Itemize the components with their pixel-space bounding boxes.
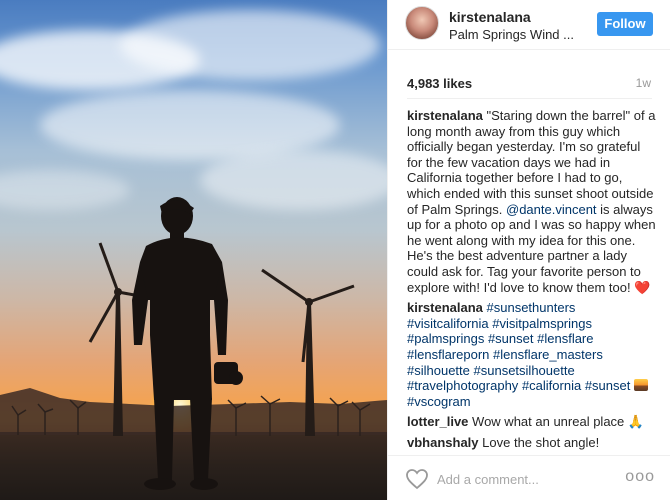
silhouette-scene <box>0 197 387 490</box>
hashtag-link[interactable]: #sunset <box>585 378 631 393</box>
add-comment-input[interactable]: Add a comment... <box>437 472 539 487</box>
hashtag-link[interactable]: #sunset <box>488 331 534 346</box>
hashtags-username[interactable]: kirstenalana <box>407 300 483 315</box>
comment-bar: Add a comment... ooo <box>388 455 670 500</box>
hashtag-link[interactable]: #california <box>522 378 581 393</box>
heart-emoji-icon: ❤️ <box>634 279 651 295</box>
caption-username[interactable]: kirstenalana <box>407 108 483 123</box>
comment-item: lotter_live Wow what an unreal place 🙏 <box>407 414 657 430</box>
man-silhouette <box>132 197 243 490</box>
comments-list: kirstenalana "Staring down the barrel" o… <box>407 108 657 455</box>
hashtag-link[interactable]: #silhouette <box>407 363 470 378</box>
hashtag-link[interactable]: #travelphotography <box>407 378 518 393</box>
hashtag-link[interactable]: #vscogram <box>407 394 471 409</box>
more-options-icon[interactable]: ooo <box>625 468 655 486</box>
hashtag-link[interactable]: #sunsethunters <box>487 300 576 315</box>
comment-item: vbhanshaly Love the shot angle! <box>407 435 657 450</box>
author-username[interactable]: kirstenalana <box>449 9 531 25</box>
mention-link[interactable]: @dante.vincent <box>506 202 597 217</box>
comment-text: Wow what an unreal place <box>472 414 625 430</box>
comment-username[interactable]: lotter_live <box>407 414 468 429</box>
caption-comment: kirstenalana "Staring down the barrel" o… <box>407 108 657 295</box>
follow-button[interactable]: Follow <box>597 12 653 36</box>
hashtag-link[interactable]: #palmsprings <box>407 331 484 346</box>
avatar[interactable] <box>405 6 439 40</box>
sunset-emoji-icon <box>634 379 648 392</box>
hashtag-link[interactable]: #lensflare_masters <box>493 347 603 362</box>
caption-text: "Staring down the barrel" of a long mont… <box>407 108 656 217</box>
hashtag-link[interactable]: #lensflareporn <box>407 347 489 362</box>
hashtags-comment: kirstenalana #sunsethunters #visitcalifo… <box>407 300 657 409</box>
post-age[interactable]: 1w <box>636 76 651 90</box>
comment-text: Love the shot angle! <box>482 434 600 450</box>
hashtag-link[interactable]: #sunsetsilhouette <box>474 363 575 378</box>
divider <box>407 98 652 99</box>
post-location[interactable]: Palm Springs Wind ... <box>449 27 574 42</box>
post-sidebar: kirstenalana Palm Springs Wind ... Follo… <box>387 0 670 500</box>
post-photo[interactable] <box>0 0 387 500</box>
hashtag-link[interactable]: #visitpalmsprings <box>492 316 592 331</box>
likes-count[interactable]: 4,983 likes <box>407 76 472 91</box>
post-header: kirstenalana Palm Springs Wind ... Follo… <box>388 0 670 50</box>
hashtag-link[interactable]: #lensflare <box>537 331 593 346</box>
hashtag-link[interactable]: #visitcalifornia <box>407 316 489 331</box>
comment-username[interactable]: vbhanshaly <box>407 435 479 450</box>
like-heart-icon[interactable] <box>405 468 429 490</box>
praying-hands-emoji-icon: 🙏 <box>627 414 645 430</box>
